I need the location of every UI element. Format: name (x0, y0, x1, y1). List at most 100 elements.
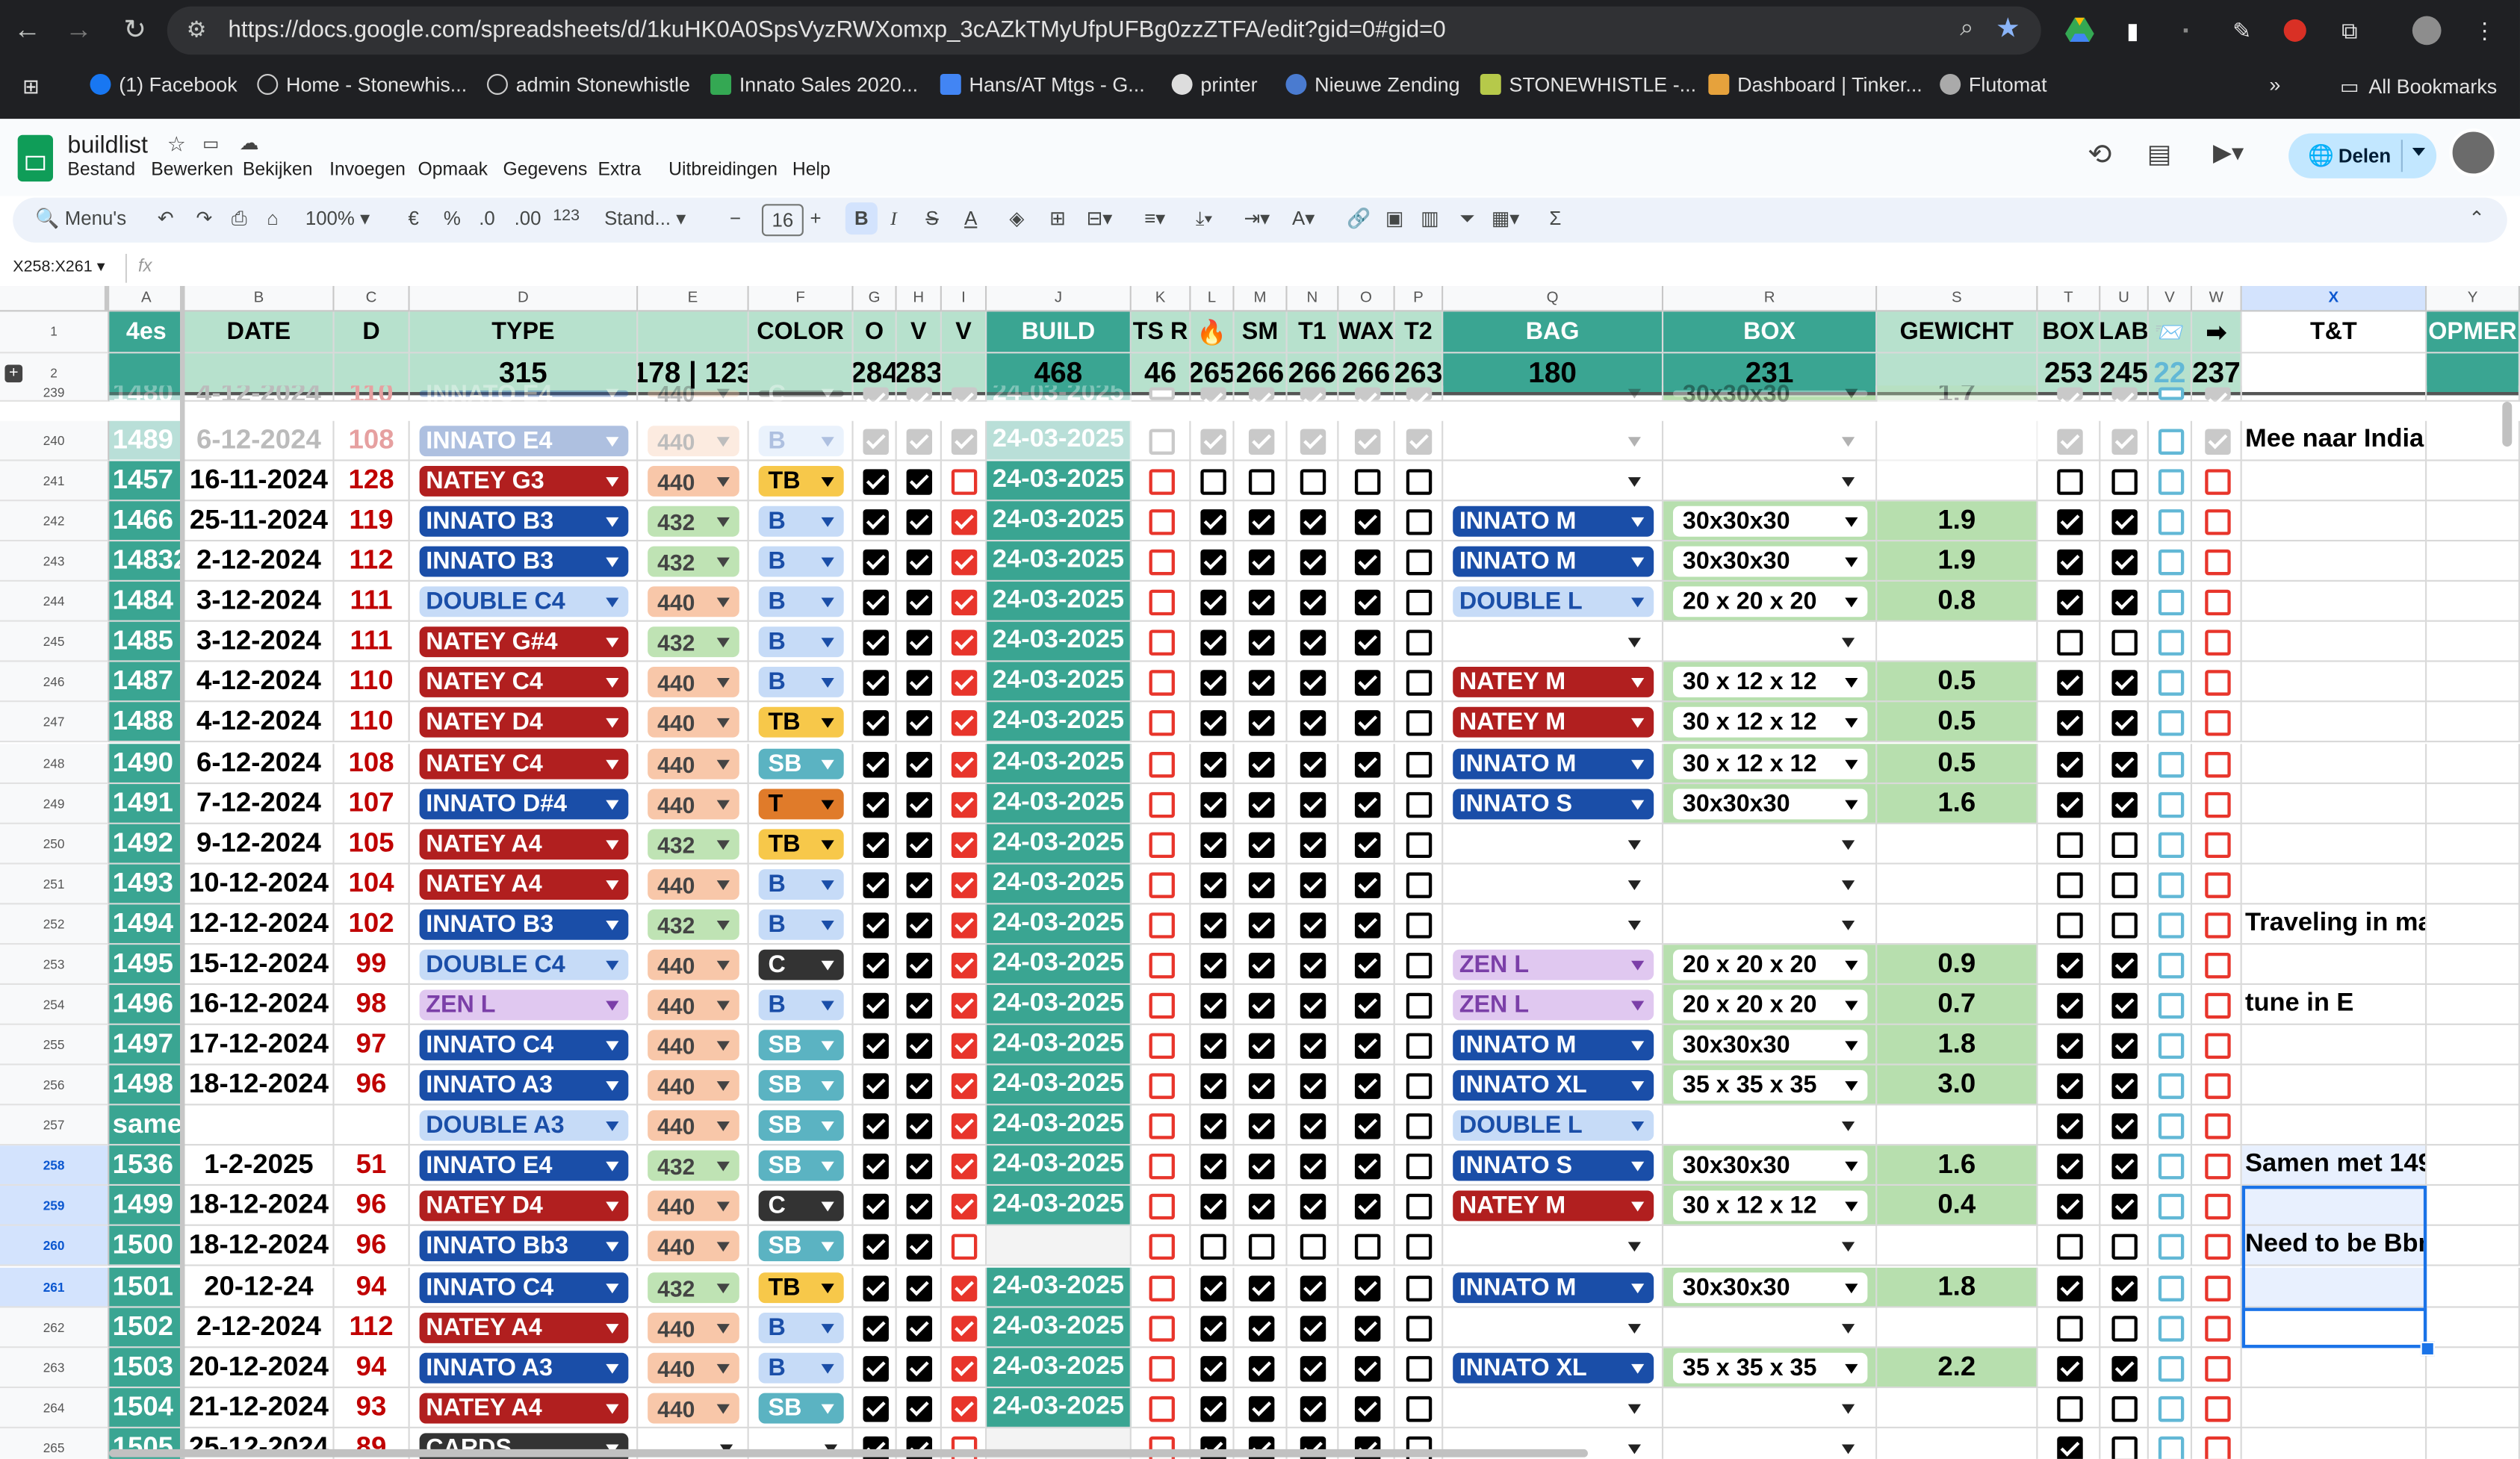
checkbox-mail[interactable] (2157, 951, 2184, 978)
row-header-239[interactable]: 239 (0, 385, 110, 402)
checkbox-o[interactable] (862, 912, 888, 938)
checkbox-o[interactable] (862, 468, 888, 494)
checkbox-t1[interactable] (1300, 588, 1326, 615)
collapse-menus-icon[interactable]: ⌃ (2468, 208, 2485, 230)
checkbox-fire[interactable] (1200, 831, 1226, 857)
checkbox-v[interactable] (906, 428, 933, 454)
checkbox-t2[interactable] (1406, 387, 1433, 400)
type-dropdown[interactable]: NATEY C4 (419, 748, 629, 780)
checkbox-v2[interactable] (951, 428, 978, 454)
row-header-241[interactable]: 241 (0, 461, 110, 502)
checkbox-ts-r[interactable] (1148, 831, 1174, 857)
bookmark-flutomat[interactable]: Flutomat (1940, 73, 2047, 96)
type-dropdown[interactable]: INNATO C4 (419, 1030, 629, 1061)
checkbox-t1[interactable] (1300, 1355, 1326, 1381)
checkbox-v2[interactable] (951, 1395, 978, 1422)
checkbox-t1[interactable] (1300, 791, 1326, 818)
row-header-256[interactable]: 256 (0, 1065, 110, 1106)
checkbox-wax[interactable] (1353, 1113, 1380, 1139)
row-header-263[interactable]: 263 (0, 1348, 110, 1389)
column-header-r[interactable]: R (1663, 286, 1878, 312)
checkbox-o[interactable] (862, 1152, 888, 1179)
checkbox-ts-r[interactable] (1148, 1032, 1174, 1058)
checkbox-v2[interactable] (951, 709, 978, 735)
checkbox-label[interactable] (2111, 1275, 2138, 1301)
checkbox-mail[interactable] (2157, 1233, 2184, 1259)
checkbox-t2[interactable] (1406, 428, 1433, 454)
color-dropdown[interactable]: SB (758, 748, 844, 780)
checkbox-t1[interactable] (1300, 1315, 1326, 1341)
vertical-align-icon[interactable]: ⤓▾ (1196, 208, 1212, 231)
row-header-247[interactable]: 247 (0, 702, 110, 743)
color-dropdown[interactable]: B (758, 666, 844, 697)
row-header-243[interactable]: 243 (0, 541, 110, 582)
checkbox-sm[interactable] (1247, 1275, 1274, 1301)
tuning-dropdown[interactable]: 440 (648, 1110, 739, 1141)
checkbox-t2[interactable] (1406, 508, 1433, 535)
checkbox-v[interactable] (906, 629, 933, 655)
type-dropdown[interactable]: INNATO A3 (419, 1070, 629, 1101)
row-header-265[interactable]: 265 (0, 1428, 110, 1459)
row-header-240[interactable]: 240 (0, 420, 110, 461)
checkbox-mail[interactable] (2157, 588, 2184, 615)
row-header-1[interactable]: 1 (0, 311, 110, 354)
bag-dropdown-arrow-icon[interactable] (1627, 436, 1641, 447)
checkbox-v[interactable] (906, 387, 933, 400)
checkbox-t1[interactable] (1300, 831, 1326, 857)
checkbox-v2[interactable] (951, 912, 978, 938)
cloud-status-icon[interactable]: ☁ (240, 131, 259, 154)
move-folder-icon[interactable]: ▭ (202, 134, 219, 155)
checkbox-sm[interactable] (1247, 1192, 1274, 1219)
color-dropdown[interactable]: B (758, 909, 844, 940)
checkbox-o[interactable] (862, 1192, 888, 1219)
checkbox-wax[interactable] (1353, 548, 1380, 575)
checkbox-t1[interactable] (1300, 1275, 1326, 1301)
checkbox-sent[interactable] (2204, 1395, 2230, 1422)
checkbox-label[interactable] (2111, 1435, 2138, 1459)
menu-opmaak[interactable]: Opmaak (418, 161, 488, 180)
tuning-dropdown[interactable]: 440 (648, 1393, 739, 1424)
checkbox-fire[interactable] (1200, 669, 1226, 695)
checkbox-label[interactable] (2111, 831, 2138, 857)
checkbox-o[interactable] (862, 871, 888, 898)
box-dropdown[interactable]: 30x30x30 (1673, 1030, 1868, 1061)
checkbox-sm[interactable] (1247, 791, 1274, 818)
checkbox-wax[interactable] (1353, 750, 1380, 777)
column-header-h[interactable]: H (896, 286, 942, 312)
checkbox-v[interactable] (906, 1192, 933, 1219)
star-icon[interactable]: ☆ (167, 131, 186, 157)
checkbox-mail[interactable] (2157, 912, 2184, 938)
checkbox-t1[interactable] (1300, 951, 1326, 978)
checkbox-wax[interactable] (1353, 1192, 1380, 1219)
checkbox-v2[interactable] (951, 871, 978, 898)
checkbox-t2[interactable] (1406, 1032, 1433, 1058)
color-dropdown[interactable]: B (758, 1313, 844, 1343)
percent-format-button[interactable]: % (444, 208, 461, 230)
column-header-m[interactable]: M (1234, 286, 1288, 312)
row-header-244[interactable]: 244 (0, 581, 110, 622)
checkbox-t2[interactable] (1406, 1113, 1433, 1139)
type-dropdown[interactable]: NATEY A4 (419, 869, 629, 900)
row-header-248[interactable]: 248 (0, 744, 110, 785)
checkbox-sm[interactable] (1247, 1395, 1274, 1422)
fill-color-icon[interactable]: ◈ (1009, 208, 1024, 230)
checkbox-box[interactable] (2056, 992, 2082, 1018)
bookmark-stonewhistle[interactable]: STONEWHISTLE -... (1480, 73, 1696, 96)
font-size-decrease[interactable]: − (730, 208, 741, 230)
checkbox-t2[interactable] (1406, 750, 1433, 777)
checkbox-v2[interactable] (951, 1072, 978, 1098)
checkbox-label[interactable] (2111, 1315, 2138, 1341)
checkbox-o[interactable] (862, 548, 888, 575)
checkbox-wax[interactable] (1353, 387, 1380, 400)
checkbox-sent[interactable] (2204, 912, 2230, 938)
checkbox-ts-r[interactable] (1148, 951, 1174, 978)
bag-dropdown[interactable]: INNATO M (1453, 1272, 1654, 1304)
checkbox-v2[interactable] (951, 1152, 978, 1179)
box-dropdown[interactable]: 30x30x30 (1673, 788, 1868, 820)
select-all-corner[interactable] (0, 286, 110, 312)
checkbox-mail[interactable] (2157, 428, 2184, 454)
bag-dropdown[interactable]: NATEY M (1453, 706, 1654, 738)
type-dropdown[interactable]: INNATO B3 (419, 505, 629, 537)
tuning-dropdown[interactable]: 440 (648, 1313, 739, 1343)
checkbox-v[interactable] (906, 548, 933, 575)
